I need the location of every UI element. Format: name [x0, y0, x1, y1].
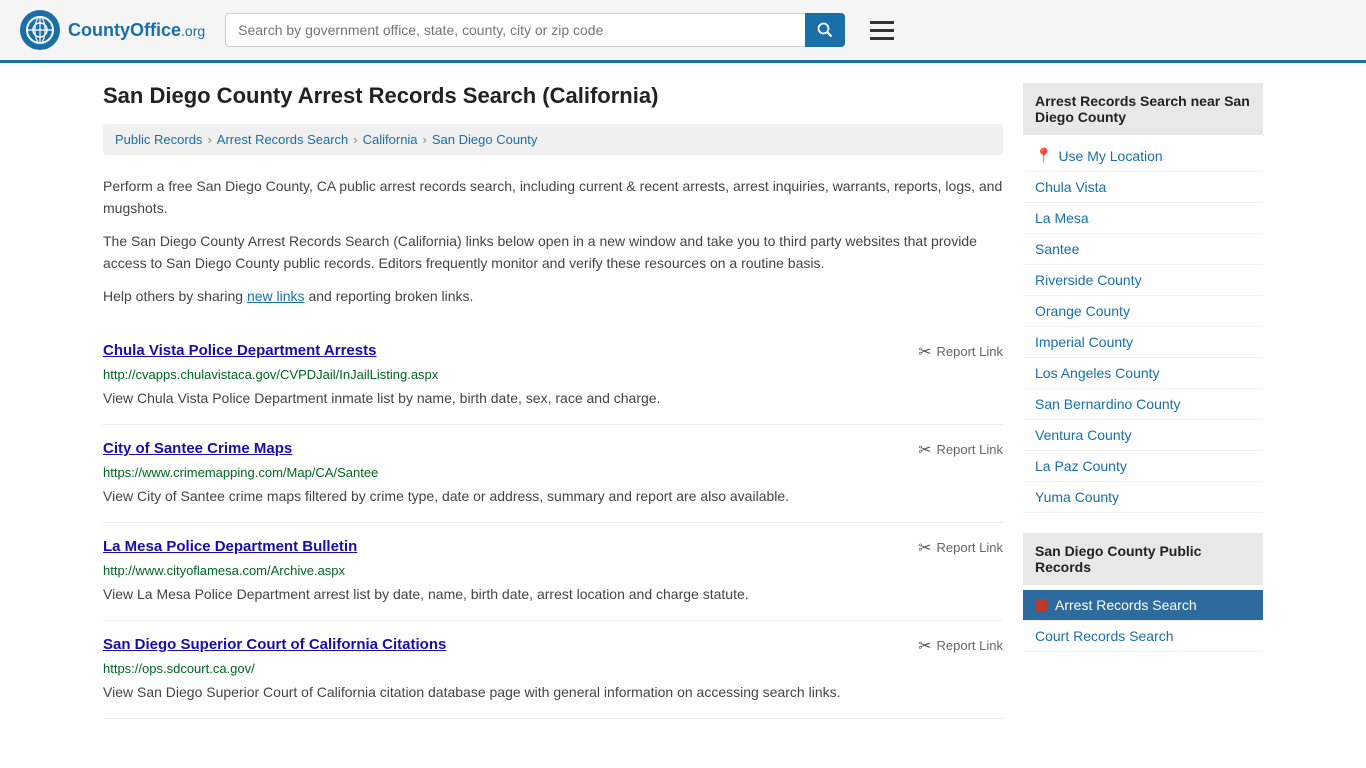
result-item: City of Santee Crime Maps ✂ Report Link … — [103, 425, 1003, 523]
desc-p3: Help others by sharing new links and rep… — [103, 285, 1003, 307]
breadcrumb: Public Records › Arrest Records Search ›… — [103, 124, 1003, 155]
breadcrumb-california[interactable]: California — [363, 132, 418, 147]
location-pin-icon: 📍 — [1035, 147, 1052, 164]
result-desc-1: View City of Santee crime maps filtered … — [103, 486, 1003, 507]
search-button[interactable] — [805, 13, 845, 47]
logo-link[interactable]: CountyOffice.org — [20, 10, 205, 50]
result-title-2[interactable]: La Mesa Police Department Bulletin — [103, 538, 357, 555]
nearby-header: Arrest Records Search near San Diego Cou… — [1023, 83, 1263, 135]
result-item: Chula Vista Police Department Arrests ✂ … — [103, 327, 1003, 425]
result-url-2[interactable]: http://www.cityoflamesa.com/Archive.aspx — [103, 563, 1003, 578]
breadcrumb-public-records[interactable]: Public Records — [115, 132, 202, 147]
site-header: CountyOffice.org — [0, 0, 1366, 63]
result-desc-0: View Chula Vista Police Department inmat… — [103, 388, 1003, 409]
sidebar-nearby-item-1[interactable]: La Mesa — [1023, 203, 1263, 234]
report-icon: ✂ — [918, 440, 931, 460]
content-area: San Diego County Arrest Records Search (… — [103, 83, 1003, 719]
result-header: San Diego Superior Court of California C… — [103, 636, 1003, 656]
nearby-links: Chula VistaLa MesaSanteeRiverside County… — [1023, 172, 1263, 513]
sidebar-public-records-item-1[interactable]: Court Records Search — [1023, 621, 1263, 652]
result-item: San Diego Superior Court of California C… — [103, 621, 1003, 719]
result-title-1[interactable]: City of Santee Crime Maps — [103, 440, 292, 457]
hamburger-line — [870, 21, 894, 24]
search-area — [225, 13, 845, 47]
nearby-section: Arrest Records Search near San Diego Cou… — [1023, 83, 1263, 513]
sidebar-nearby-item-9[interactable]: La Paz County — [1023, 451, 1263, 482]
breadcrumb-arrest-records[interactable]: Arrest Records Search — [217, 132, 349, 147]
main-container: San Diego County Arrest Records Search (… — [83, 63, 1283, 739]
report-icon: ✂ — [918, 538, 931, 558]
result-url-0[interactable]: http://cvapps.chulavistaca.gov/CVPDJail/… — [103, 367, 1003, 382]
result-header: La Mesa Police Department Bulletin ✂ Rep… — [103, 538, 1003, 558]
report-icon: ✂ — [918, 636, 931, 656]
sidebar-nearby-item-3[interactable]: Riverside County — [1023, 265, 1263, 296]
page-title: San Diego County Arrest Records Search (… — [103, 83, 1003, 109]
logo-icon — [20, 10, 60, 50]
result-desc-2: View La Mesa Police Department arrest li… — [103, 584, 1003, 605]
result-url-1[interactable]: https://www.crimemapping.com/Map/CA/Sant… — [103, 465, 1003, 480]
public-records-header: San Diego County Public Records — [1023, 533, 1263, 585]
active-indicator — [1035, 599, 1047, 611]
sidebar-nearby-item-6[interactable]: Los Angeles County — [1023, 358, 1263, 389]
sidebar: Arrest Records Search near San Diego Cou… — [1023, 83, 1263, 719]
report-link-button-3[interactable]: ✂ Report Link — [918, 636, 1003, 656]
sidebar-nearby-item-4[interactable]: Orange County — [1023, 296, 1263, 327]
report-link-button-1[interactable]: ✂ Report Link — [918, 440, 1003, 460]
hamburger-line — [870, 37, 894, 40]
report-link-button-0[interactable]: ✂ Report Link — [918, 342, 1003, 362]
use-my-location[interactable]: 📍 Use My Location — [1023, 140, 1263, 172]
sidebar-nearby-item-5[interactable]: Imperial County — [1023, 327, 1263, 358]
sidebar-public-records-item-0[interactable]: Arrest Records Search — [1023, 590, 1263, 621]
sidebar-nearby-item-0[interactable]: Chula Vista — [1023, 172, 1263, 203]
result-header: Chula Vista Police Department Arrests ✂ … — [103, 342, 1003, 362]
public-records-section: San Diego County Public Records Arrest R… — [1023, 533, 1263, 652]
breadcrumb-san-diego[interactable]: San Diego County — [432, 132, 538, 147]
result-title-3[interactable]: San Diego Superior Court of California C… — [103, 636, 446, 653]
public-records-links: Arrest Records SearchCourt Records Searc… — [1023, 590, 1263, 652]
logo-text: CountyOffice.org — [68, 20, 205, 41]
results-container: Chula Vista Police Department Arrests ✂ … — [103, 327, 1003, 719]
result-title-0[interactable]: Chula Vista Police Department Arrests — [103, 342, 376, 359]
description-block: Perform a free San Diego County, CA publ… — [103, 175, 1003, 307]
sidebar-nearby-item-10[interactable]: Yuma County — [1023, 482, 1263, 513]
sidebar-nearby-item-2[interactable]: Santee — [1023, 234, 1263, 265]
hamburger-line — [870, 29, 894, 32]
search-input[interactable] — [225, 13, 845, 47]
result-item: La Mesa Police Department Bulletin ✂ Rep… — [103, 523, 1003, 621]
sidebar-nearby-item-7[interactable]: San Bernardino County — [1023, 389, 1263, 420]
desc-p1: Perform a free San Diego County, CA publ… — [103, 175, 1003, 220]
result-desc-3: View San Diego Superior Court of Califor… — [103, 682, 1003, 703]
report-link-button-2[interactable]: ✂ Report Link — [918, 538, 1003, 558]
sidebar-nearby-item-8[interactable]: Ventura County — [1023, 420, 1263, 451]
result-url-3[interactable]: https://ops.sdcourt.ca.gov/ — [103, 661, 1003, 676]
new-links-link[interactable]: new links — [247, 288, 305, 304]
hamburger-button[interactable] — [865, 16, 899, 45]
result-header: City of Santee Crime Maps ✂ Report Link — [103, 440, 1003, 460]
report-icon: ✂ — [918, 342, 931, 362]
desc-p2: The San Diego County Arrest Records Sear… — [103, 230, 1003, 275]
